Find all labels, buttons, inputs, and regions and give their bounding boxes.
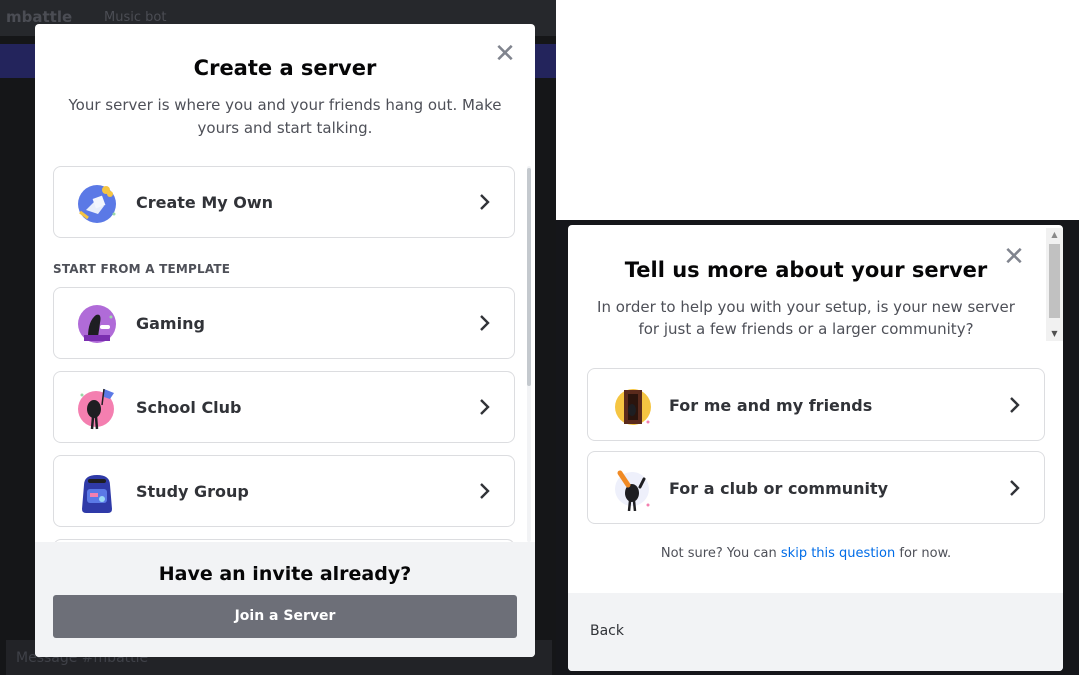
tell-us-more-modal: ✕ Tell us more about your server In orde… xyxy=(568,225,1063,671)
chevron-right-icon xyxy=(480,194,490,210)
scroll-down-icon[interactable]: ▼ xyxy=(1046,327,1063,341)
chevron-right-icon xyxy=(480,483,490,499)
chevron-right-icon xyxy=(480,399,490,415)
for-club-or-community-label: For a club or community xyxy=(669,479,889,498)
modal-title: Create a server xyxy=(193,56,377,80)
skip-question-link[interactable]: skip this question xyxy=(781,546,895,561)
for-me-and-friends-label: For me and my friends xyxy=(669,396,873,415)
scroll-up-icon[interactable]: ▲ xyxy=(1046,228,1063,242)
background-channel-name: Music bot xyxy=(104,10,167,25)
create-my-own-button[interactable]: Create My Own xyxy=(53,166,515,238)
study-group-icon xyxy=(82,475,112,513)
template-school-club-label: School Club xyxy=(136,398,242,417)
template-study-group-button[interactable]: Study Group xyxy=(53,455,515,527)
modal-scrollbar[interactable]: ▲ ▼ xyxy=(1046,228,1063,341)
template-gaming-button[interactable]: Gaming xyxy=(53,287,515,359)
community-icon xyxy=(615,470,650,511)
scrollbar-thumb[interactable] xyxy=(527,168,531,386)
modal-footer: Back xyxy=(568,593,1063,671)
back-button[interactable]: Back xyxy=(590,623,624,639)
scrollbar-thumb[interactable] xyxy=(1049,244,1060,318)
friends-icon xyxy=(615,389,651,425)
modal-subtitle: In order to help you with your setup, is… xyxy=(597,298,1015,338)
modal-subtitle: Your server is where you and your friend… xyxy=(68,96,502,137)
for-club-or-community-button[interactable]: For a club or community xyxy=(587,451,1045,524)
chevron-right-icon xyxy=(1010,397,1020,413)
create-server-modal: ✕ Create a server Your server is where y… xyxy=(35,24,535,657)
skip-question-text: Not sure? You can skip this question for… xyxy=(568,546,1044,561)
join-server-button[interactable]: Join a Server xyxy=(53,595,517,638)
gaming-icon xyxy=(78,305,116,343)
chevron-right-icon xyxy=(1010,480,1020,496)
template-school-club-button[interactable]: School Club xyxy=(53,371,515,443)
for-me-and-friends-button[interactable]: For me and my friends xyxy=(587,368,1045,441)
skip-prefix: Not sure? You can xyxy=(660,546,781,561)
template-list[interactable]: Create My Own START FROM A TEMPLATE Gami… xyxy=(35,166,535,542)
skip-suffix: for now. xyxy=(895,546,952,561)
template-study-group-label: Study Group xyxy=(136,482,249,501)
invite-question: Have an invite already? xyxy=(158,563,412,585)
school-club-icon xyxy=(78,388,114,430)
template-gaming-label: Gaming xyxy=(136,314,205,333)
modal-footer: Have an invite already? Join a Server xyxy=(35,542,535,657)
create-own-icon xyxy=(78,185,116,223)
chevron-right-icon xyxy=(480,315,490,331)
modal-title: Tell us more about your server xyxy=(624,258,988,282)
template-section-heading: START FROM A TEMPLATE xyxy=(53,262,231,276)
create-my-own-label: Create My Own xyxy=(136,193,274,212)
